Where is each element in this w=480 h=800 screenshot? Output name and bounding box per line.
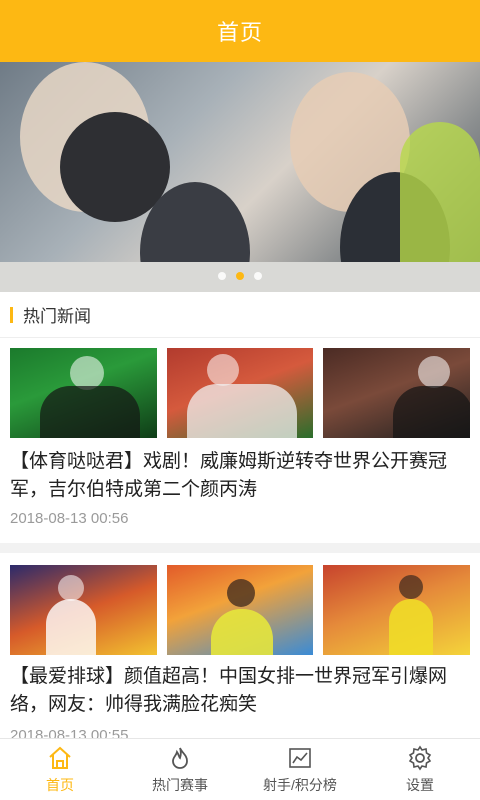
- page-title: 首页: [216, 20, 263, 45]
- tab-home[interactable]: 首页: [0, 739, 120, 800]
- news-thumbnails: [10, 348, 471, 438]
- news-card[interactable]: 【最爱排球】颜值超高！中国女排一世界冠军引爆网络，网友：帅得我满脸花痴笑 201…: [0, 553, 480, 744]
- news-thumbnails: [10, 565, 471, 655]
- news-thumbnail: [166, 565, 314, 655]
- chart-icon: [287, 745, 313, 771]
- news-thumbnail: [323, 565, 471, 655]
- news-thumbnail: [323, 348, 471, 438]
- tab-hot-events[interactable]: 热门赛事: [120, 739, 240, 800]
- home-icon: [47, 745, 73, 771]
- news-headline[interactable]: 【体育哒哒君】戏剧！威廉姆斯逆转夺世界公开赛冠军，吉尔伯特成第二个颜丙涛: [10, 448, 470, 504]
- carousel-dot[interactable]: [254, 272, 262, 280]
- carousel-indicator: [0, 272, 480, 280]
- carousel-dot-active[interactable]: [236, 272, 244, 280]
- section-title: 热门新闻: [23, 307, 91, 326]
- news-thumbnail: [10, 348, 157, 438]
- news-card[interactable]: 【体育哒哒君】戏剧！威廉姆斯逆转夺世界公开赛冠军，吉尔伯特成第二个颜丙涛 201…: [0, 338, 480, 543]
- news-headline[interactable]: 【最爱排球】颜值超高！中国女排一世界冠军引爆网络，网友：帅得我满脸花痴笑: [10, 663, 470, 719]
- tab-rankings[interactable]: 射手/积分榜: [240, 739, 360, 800]
- tab-label: 设置: [406, 776, 434, 793]
- section-header: 热门新闻: [0, 292, 480, 338]
- tab-settings[interactable]: 设置: [360, 739, 480, 800]
- gear-icon: [407, 745, 433, 771]
- news-thumbnail: [10, 565, 157, 655]
- top-app-bar: 首页: [0, 0, 480, 62]
- bottom-tab-bar: 首页 热门赛事 射手/积分榜 设置: [0, 738, 480, 800]
- tab-label: 首页: [46, 776, 74, 793]
- section-accent-bar: [10, 306, 13, 323]
- tab-label: 热门赛事: [152, 776, 208, 793]
- news-thumbnail: [166, 348, 314, 438]
- carousel-dot[interactable]: [218, 272, 226, 280]
- banner-carousel[interactable]: [0, 62, 480, 292]
- tab-label: 射手/积分榜: [263, 776, 337, 793]
- flame-icon: [167, 745, 193, 771]
- news-timestamp: 2018-08-13 00:56: [10, 510, 129, 527]
